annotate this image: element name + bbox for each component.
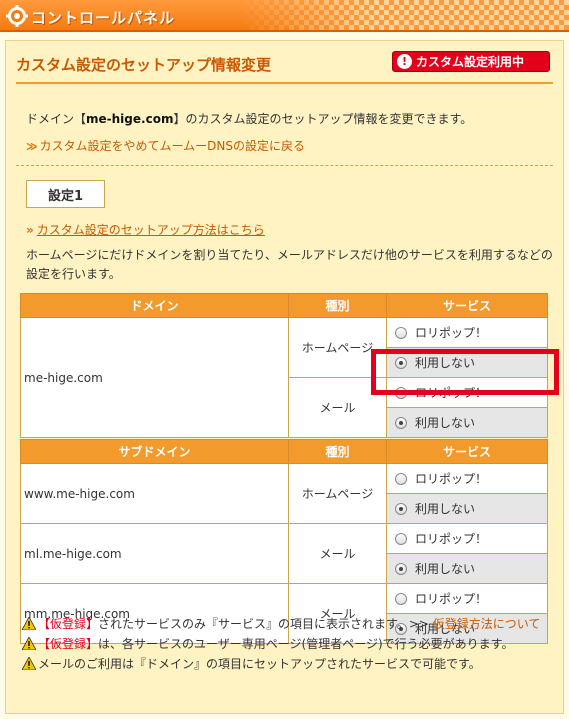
description-domain: me-hige.com bbox=[86, 112, 174, 126]
option-label: 利用しない bbox=[415, 416, 476, 430]
service-option-none[interactable]: 利用しない bbox=[386, 347, 548, 378]
service-option-lolipop[interactable]: ロリポップ！ bbox=[386, 317, 548, 348]
option-label: ロリポップ！ bbox=[415, 472, 488, 486]
title-divider bbox=[16, 82, 553, 84]
domain-table-header: ドメイン 種別 サービス bbox=[20, 293, 548, 318]
radio-button[interactable] bbox=[395, 473, 407, 485]
back-link-label: カスタム設定をやめてムームーDNSの設定に戻る bbox=[39, 139, 305, 153]
provisional-registration-link[interactable]: 仮登録方法について bbox=[433, 617, 541, 631]
radio-button-checked[interactable] bbox=[395, 563, 407, 575]
header-subdomain: サブドメイン bbox=[20, 439, 289, 464]
warning-icon bbox=[22, 617, 36, 630]
note-3: メールのご利用は『ドメイン』の項目にセットアップされたサービスで可能です。 bbox=[22, 654, 540, 674]
service-option-none[interactable]: 利用しない bbox=[386, 553, 548, 584]
service-option-lolipop[interactable]: ロリポップ！ bbox=[386, 377, 548, 408]
header-pattern bbox=[239, 0, 569, 30]
description-prefix: ドメイン【 bbox=[26, 112, 87, 126]
note-1-red: 【仮登録】 bbox=[38, 617, 99, 631]
table-row: me-hige.com ホームページ ロリポップ！ bbox=[20, 317, 548, 438]
control-panel-header: コントロールパネル bbox=[0, 0, 569, 32]
type-homepage: ホームページ bbox=[288, 463, 387, 524]
double-arrow-icon: » bbox=[26, 223, 34, 237]
note-2-text: は、各サービスのユーザー専用ページ(管理者ページ)で行う必要があります。 bbox=[98, 637, 514, 651]
subdomain-name: www.me-hige.com bbox=[20, 463, 289, 524]
table-row: mm.me-hige.com メール ロリポップ！ bbox=[20, 583, 548, 644]
header-type: 種別 bbox=[288, 293, 387, 318]
howto-link[interactable]: » カスタム設定のセットアップ方法はこちら bbox=[26, 221, 265, 238]
option-label: 利用しない bbox=[415, 502, 476, 516]
option-label: ロリポップ！ bbox=[415, 326, 488, 340]
type-mail: メール bbox=[288, 523, 387, 584]
service-option-none[interactable]: 利用しない bbox=[386, 407, 548, 438]
radio-button[interactable] bbox=[395, 327, 407, 339]
exclamation-icon: ! bbox=[397, 54, 412, 69]
header-domain: ドメイン bbox=[20, 293, 289, 318]
option-label: ロリポップ！ bbox=[415, 532, 488, 546]
howto-link-label: カスタム設定のセットアップ方法はこちら bbox=[36, 223, 265, 237]
radio-button-checked[interactable] bbox=[395, 417, 407, 429]
service-option-lolipop[interactable]: ロリポップ！ bbox=[386, 523, 548, 554]
header-service: サービス bbox=[386, 439, 548, 464]
note-2: 【仮登録】は、各サービスのユーザー専用ページ(管理者ページ)で行う必要があります… bbox=[22, 634, 540, 654]
option-label: 利用しない bbox=[415, 356, 476, 370]
gear-icon bbox=[6, 5, 28, 27]
explanation-text: ホームページにだけドメインを割り当てたり、メールアドレスだけ他のサービスを利用す… bbox=[26, 248, 553, 281]
option-label: ロリポップ！ bbox=[415, 592, 488, 606]
radio-button[interactable] bbox=[395, 593, 407, 605]
service-option-lolipop[interactable]: ロリポップ！ bbox=[386, 583, 548, 614]
note-3-text: メールのご利用は『ドメイン』の項目にセットアップされたサービスで可能です。 bbox=[38, 657, 481, 671]
badge-label: カスタム設定利用中 bbox=[416, 55, 525, 69]
warning-icon bbox=[22, 637, 36, 650]
domain-table: ドメイン 種別 サービス me-hige.com ホームページ ロリポップ！ 利… bbox=[20, 293, 548, 438]
setting-tab: 設定1 bbox=[26, 180, 105, 208]
table-row: www.me-hige.com ホームページ ロリポップ！ bbox=[20, 463, 548, 524]
type-mail: メール bbox=[288, 377, 387, 438]
service-option-none[interactable]: 利用しない bbox=[386, 493, 548, 524]
note-1-text: されたサービスのみ『サービス』の項目に表示されます。>> bbox=[98, 617, 429, 631]
option-label: 利用しない bbox=[415, 562, 476, 576]
radio-button[interactable] bbox=[395, 387, 407, 399]
dotted-divider bbox=[16, 165, 553, 166]
domain-name: me-hige.com bbox=[20, 317, 289, 438]
description-suffix: 】のカスタム設定のセットアップ情報を変更できます。 bbox=[173, 112, 473, 126]
radio-button-checked[interactable] bbox=[395, 503, 407, 515]
notes: 【仮登録】されたサービスのみ『サービス』の項目に表示されます。>> 仮登録方法に… bbox=[22, 614, 540, 674]
description: ドメイン【me-hige.com】のカスタム設定のセットアップ情報を変更できます… bbox=[26, 110, 472, 127]
radio-button[interactable] bbox=[395, 533, 407, 545]
radio-button-checked[interactable] bbox=[395, 357, 407, 369]
header-type: 種別 bbox=[288, 439, 387, 464]
type-homepage: ホームページ bbox=[288, 317, 387, 378]
note-2-red: 【仮登録】 bbox=[38, 637, 99, 651]
arrow-icon: ≫ bbox=[26, 140, 38, 153]
header-title: コントロールパネル bbox=[31, 9, 176, 27]
option-label: ロリポップ！ bbox=[415, 386, 488, 400]
table-row: ml.me-hige.com メール ロリポップ！ bbox=[20, 523, 548, 584]
service-option-lolipop[interactable]: ロリポップ！ bbox=[386, 463, 548, 494]
header-service: サービス bbox=[386, 293, 548, 318]
back-to-dns-link[interactable]: ≫ カスタム設定をやめてムームーDNSの設定に戻る bbox=[26, 137, 305, 154]
subdomain-table-header: サブドメイン 種別 サービス bbox=[20, 439, 548, 464]
note-1: 【仮登録】されたサービスのみ『サービス』の項目に表示されます。>> 仮登録方法に… bbox=[22, 614, 540, 634]
subdomain-name: ml.me-hige.com bbox=[20, 523, 289, 584]
page-title: カスタム設定のセットアップ情報変更 bbox=[16, 56, 272, 74]
custom-setting-badge: ! カスタム設定利用中 bbox=[392, 51, 550, 72]
warning-icon bbox=[22, 657, 36, 670]
